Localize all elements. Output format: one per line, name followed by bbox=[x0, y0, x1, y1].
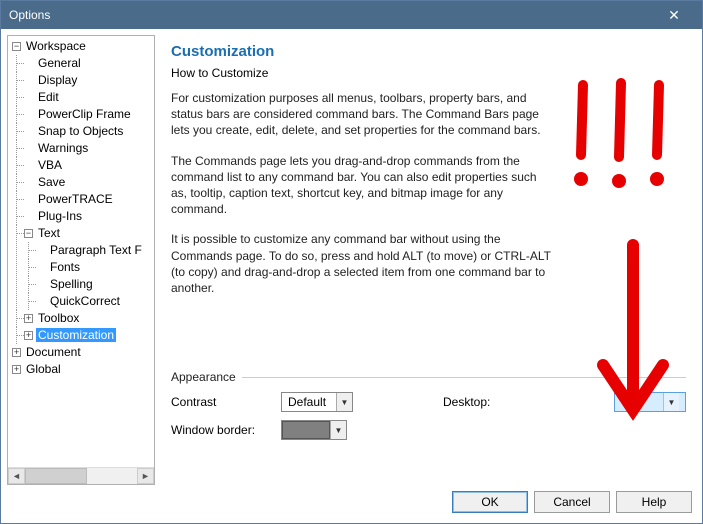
desktop-color-dropdown[interactable]: ▼ bbox=[614, 392, 686, 412]
cancel-button[interactable]: Cancel bbox=[534, 491, 610, 513]
tree-node-global[interactable]: Global bbox=[24, 362, 63, 376]
expand-icon[interactable]: + bbox=[24, 314, 33, 323]
chevron-down-icon[interactable]: ▼ bbox=[663, 393, 679, 411]
contrast-label: Contrast bbox=[171, 395, 281, 409]
appearance-label: Appearance bbox=[171, 370, 236, 384]
tree-node-workspace[interactable]: Workspace bbox=[24, 39, 88, 53]
tree-node-snap[interactable]: Snap to Objects bbox=[36, 124, 125, 138]
window-border-label: Window border: bbox=[171, 423, 281, 437]
help-button[interactable]: Help bbox=[616, 491, 692, 513]
window-border-dropdown[interactable]: ▼ bbox=[281, 420, 347, 440]
tree-node-warnings[interactable]: Warnings bbox=[36, 141, 90, 155]
page-subheading: How to Customize bbox=[171, 66, 686, 80]
tree-node-general[interactable]: General bbox=[36, 56, 83, 70]
contrast-row: Contrast Default ▼ Desktop: ▼ bbox=[171, 392, 686, 412]
tree-node-powertrace[interactable]: PowerTRACE bbox=[36, 192, 115, 206]
expand-icon[interactable]: + bbox=[24, 331, 33, 340]
chevron-down-icon[interactable]: ▼ bbox=[330, 421, 346, 439]
tree-node-vba[interactable]: VBA bbox=[36, 158, 64, 172]
paragraph-2: The Commands page lets you drag-and-drop… bbox=[171, 153, 551, 218]
paragraph-3: It is possible to customize any command … bbox=[171, 231, 551, 296]
window-border-swatch bbox=[282, 421, 330, 439]
tree-node-customization[interactable]: Customization bbox=[36, 328, 116, 342]
tree-node-save[interactable]: Save bbox=[36, 175, 67, 189]
separator-line bbox=[242, 377, 686, 378]
tree-node-edit[interactable]: Edit bbox=[36, 90, 61, 104]
tree-node-paragraph[interactable]: Paragraph Text F bbox=[48, 243, 144, 257]
desktop-label: Desktop: bbox=[443, 395, 513, 409]
appearance-section-header: Appearance bbox=[171, 370, 686, 384]
close-icon[interactable]: ✕ bbox=[654, 5, 694, 25]
expand-icon[interactable]: + bbox=[12, 365, 21, 374]
tree-node-document[interactable]: Document bbox=[24, 345, 83, 359]
paragraph-1: For customization purposes all menus, to… bbox=[171, 90, 551, 139]
tree-panel: −Workspace General Display Edit PowerCli… bbox=[7, 35, 155, 485]
ok-button[interactable]: OK bbox=[452, 491, 528, 513]
dialog-content: −Workspace General Display Edit PowerCli… bbox=[1, 29, 702, 485]
chevron-down-icon[interactable]: ▼ bbox=[336, 393, 352, 411]
tree-node-fonts[interactable]: Fonts bbox=[48, 260, 82, 274]
collapse-icon[interactable]: − bbox=[24, 229, 33, 238]
titlebar: Options ✕ bbox=[1, 1, 702, 29]
tree-node-powerclip[interactable]: PowerClip Frame bbox=[36, 107, 133, 121]
window-border-row: Window border: ▼ bbox=[171, 420, 686, 440]
expand-icon[interactable]: + bbox=[12, 348, 21, 357]
scroll-track[interactable] bbox=[25, 468, 137, 484]
dialog-buttons: OK Cancel Help bbox=[1, 485, 702, 519]
page-heading: Customization bbox=[171, 43, 686, 60]
tree-node-quickcorrect[interactable]: QuickCorrect bbox=[48, 294, 122, 308]
collapse-icon[interactable]: − bbox=[12, 42, 21, 51]
contrast-value: Default bbox=[282, 393, 336, 411]
tree-node-plugins[interactable]: Plug-Ins bbox=[36, 209, 84, 223]
tree-node-toolbox[interactable]: Toolbox bbox=[36, 311, 81, 325]
tree-node-spelling[interactable]: Spelling bbox=[48, 277, 95, 291]
tree-horizontal-scrollbar[interactable]: ◄ ► bbox=[8, 467, 154, 484]
window-title: Options bbox=[9, 8, 654, 22]
desktop-color-value bbox=[615, 393, 663, 411]
scroll-thumb[interactable] bbox=[25, 468, 87, 484]
options-tree[interactable]: −Workspace General Display Edit PowerCli… bbox=[8, 36, 154, 467]
scroll-right-icon[interactable]: ► bbox=[137, 468, 154, 484]
main-panel: Customization How to Customize For custo… bbox=[161, 35, 696, 485]
tree-node-display[interactable]: Display bbox=[36, 73, 79, 87]
contrast-dropdown[interactable]: Default ▼ bbox=[281, 392, 353, 412]
scroll-left-icon[interactable]: ◄ bbox=[8, 468, 25, 484]
tree-node-text[interactable]: Text bbox=[36, 226, 62, 240]
